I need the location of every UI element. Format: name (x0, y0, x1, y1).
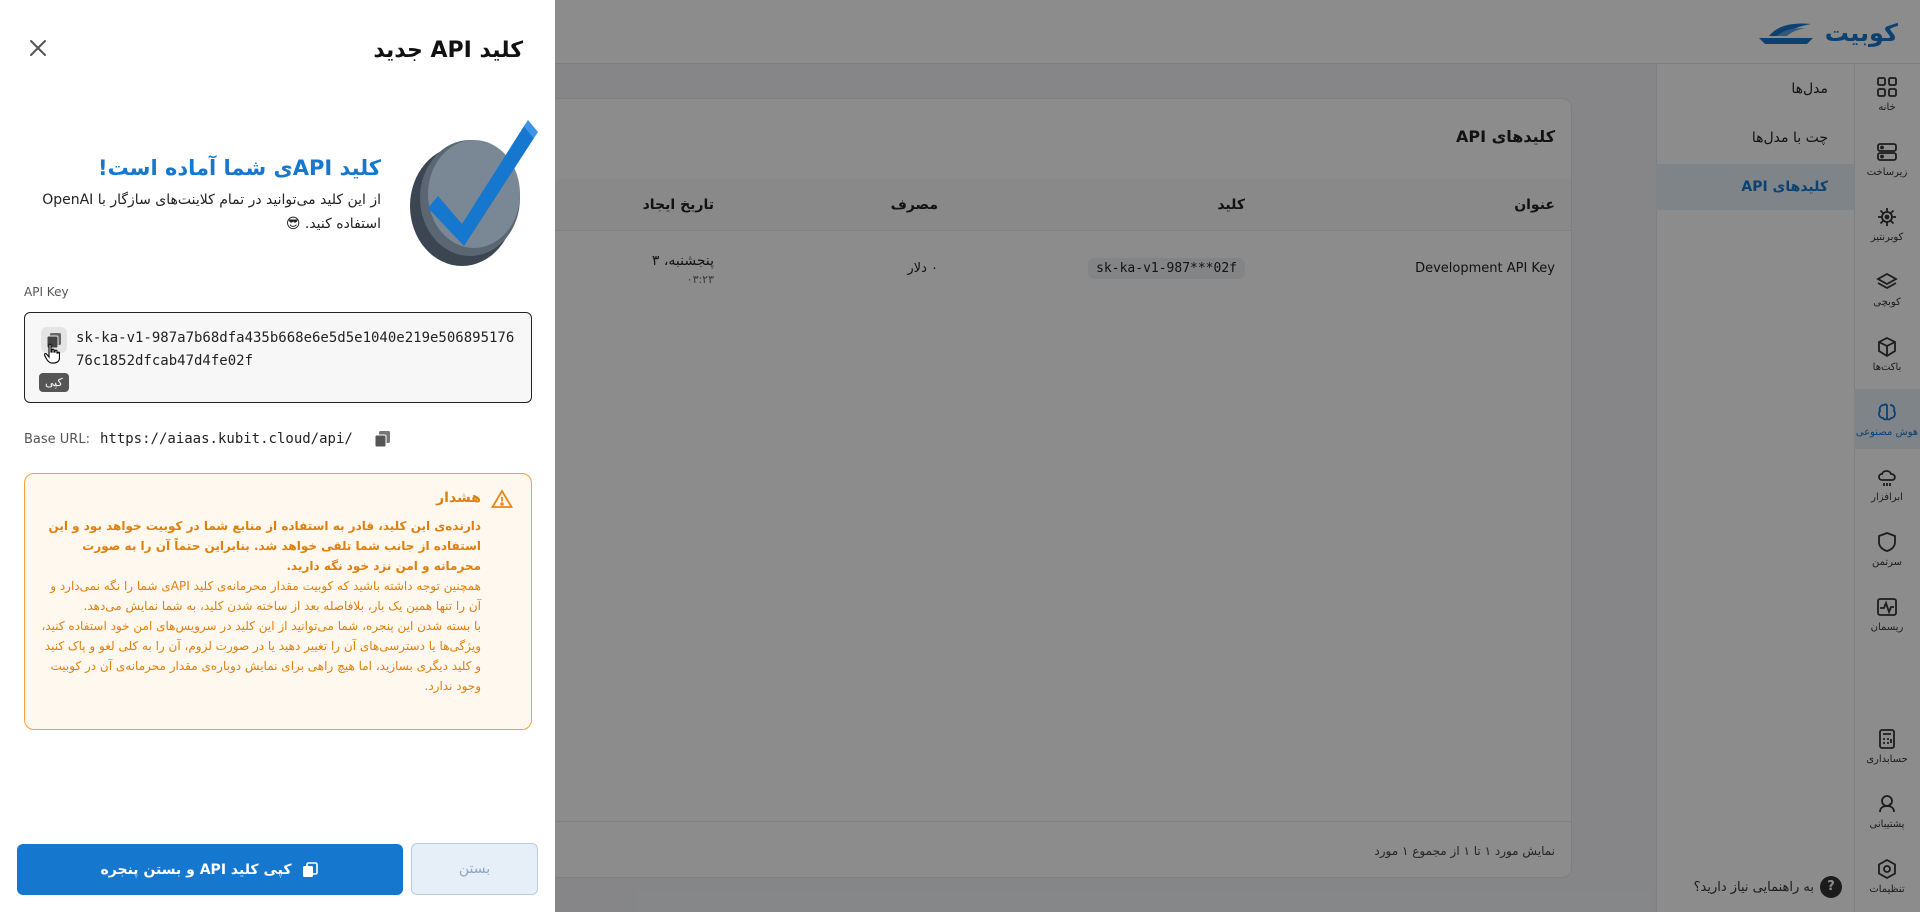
base-url-value[interactable]: https://aiaas.kubit.cloud/api/ (100, 431, 353, 447)
base-url-label: Base URL: (24, 431, 90, 447)
hero-title: کلید APIی شما آماده است! (98, 156, 381, 180)
warning-icon (491, 489, 513, 508)
copy-and-close-label: کپی کلید API و بستن پنجره (100, 861, 292, 878)
close-drawer-button[interactable]: بستن (411, 843, 538, 895)
warning-title: هشدار (436, 490, 481, 506)
copy-tooltip: کپی (39, 373, 69, 392)
warning-body: دارنده‌ی این کلید، قادر به استفاده از من… (41, 516, 481, 696)
warning-paragraph-2: با بسته شدن این پنجره، شما می‌توانید از … (41, 619, 481, 693)
copy-icon (303, 861, 319, 877)
base-url-row: Base URL: https://aiaas.kubit.cloud/api/ (24, 428, 393, 450)
close-button[interactable] (22, 32, 54, 64)
hero-description: از این کلید می‌توانید در تمام کلاینت‌های… (42, 192, 381, 232)
close-icon (30, 40, 46, 56)
copy-icon[interactable] (371, 428, 393, 450)
hand-cursor-icon (44, 343, 60, 364)
copy-and-close-button[interactable]: کپی کلید API و بستن پنجره (17, 844, 403, 895)
warning-paragraph-1: همچنین توجه داشته باشید که کوبیت مقدار م… (50, 579, 481, 613)
warning-box: هشدار دارنده‌ی این کلید، قادر به استفاده… (24, 473, 532, 730)
drawer-title: کلید API جدید (373, 38, 523, 63)
warning-bold-text: دارنده‌ی این کلید، قادر به استفاده از من… (48, 519, 481, 573)
api-key-label: API Key (24, 285, 69, 299)
new-api-key-drawer: کلید API جدید کلید APIی شما آماده است! ا… (0, 0, 555, 912)
api-key-field[interactable]: کپی sk-ka-v1-987a7b68dfa435b668e6e5d5e10… (24, 312, 532, 403)
api-key-value[interactable]: sk-ka-v1-987a7b68dfa435b668e6e5d5e1040e2… (76, 327, 516, 373)
checkmark-illustration (410, 120, 538, 266)
